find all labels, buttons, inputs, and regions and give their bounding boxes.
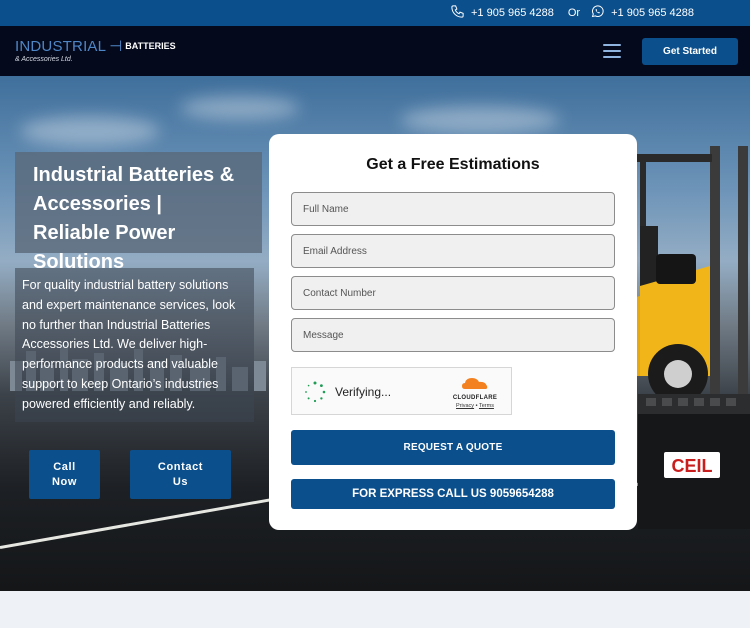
- link-separator: •: [475, 403, 478, 409]
- whatsapp-link[interactable]: +1 905 965 4288: [590, 4, 694, 22]
- captcha-status: Verifying...: [335, 385, 392, 399]
- hero-description: For quality industrial battery solutions…: [22, 278, 236, 411]
- call-now-button[interactable]: Call Now: [29, 450, 100, 499]
- cloudflare-cloud-icon: [462, 378, 488, 389]
- loading-spinner-icon: [305, 381, 326, 403]
- call-now-label: Call Now: [51, 460, 78, 488]
- hero-title-box: Industrial Batteries & Accessories | Rel…: [15, 152, 262, 273]
- estimate-form: Get a Free Estimations Verifying... CLOU…: [269, 134, 637, 530]
- hero-title: Industrial Batteries & Accessories | Rel…: [33, 164, 235, 273]
- full-name-field[interactable]: [291, 192, 615, 226]
- battery-image: CEIL: [638, 394, 750, 529]
- cloudflare-name: CLOUDFLARE: [452, 395, 498, 401]
- logo-batteries-text: BATTERIES: [125, 41, 176, 51]
- hero-description-box: For quality industrial battery solutions…: [15, 268, 254, 422]
- next-section-strip: [0, 591, 750, 628]
- get-started-button[interactable]: Get Started: [642, 37, 738, 65]
- phone-number: +1 905 965 4288: [470, 7, 554, 19]
- request-quote-button[interactable]: REQUEST A QUOTE: [291, 430, 615, 465]
- background-cloud: [20, 116, 160, 146]
- hamburger-icon[interactable]: [603, 44, 621, 58]
- phone-link[interactable]: +1 905 965 4288: [450, 4, 554, 22]
- whatsapp-number: +1 905 965 4288: [611, 7, 694, 19]
- form-title: Get a Free Estimations: [366, 156, 540, 173]
- contact-number-field[interactable]: [291, 276, 615, 310]
- logo-main-text: INDUSTRIAL: [15, 38, 107, 55]
- top-contact-bar: +1 905 965 4288 Or +1 905 965 4288: [0, 0, 750, 26]
- contact-us-button[interactable]: Contact Us: [130, 450, 231, 499]
- contact-us-label: Contact Us: [157, 460, 204, 488]
- background-cloud: [400, 106, 560, 134]
- message-field[interactable]: [291, 318, 615, 352]
- captcha-widget[interactable]: Verifying... CLOUDFLARE Privacy • Terms: [291, 367, 512, 415]
- main-navbar: INDUSTRIAL ⊣ BATTERIES & Accessories Ltd…: [0, 26, 750, 76]
- privacy-link[interactable]: Privacy: [456, 403, 474, 409]
- separator-text: Or: [567, 7, 581, 19]
- whatsapp-icon: [590, 4, 605, 22]
- background-cloud: [180, 96, 300, 120]
- phone-icon: [450, 4, 465, 22]
- terms-link[interactable]: Terms: [479, 403, 494, 409]
- logo-subtitle: & Accessories Ltd.: [15, 56, 73, 63]
- email-field[interactable]: [291, 234, 615, 268]
- site-logo[interactable]: INDUSTRIAL ⊣ BATTERIES & Accessories Ltd…: [15, 39, 176, 63]
- battery-brand-label: CEIL: [671, 456, 712, 476]
- express-call-button[interactable]: FOR EXPRESS CALL US 9059654288: [291, 479, 615, 509]
- cloudflare-logo: CLOUDFLARE Privacy • Terms: [446, 376, 504, 409]
- logo-plug-icon: ⊣: [109, 38, 123, 55]
